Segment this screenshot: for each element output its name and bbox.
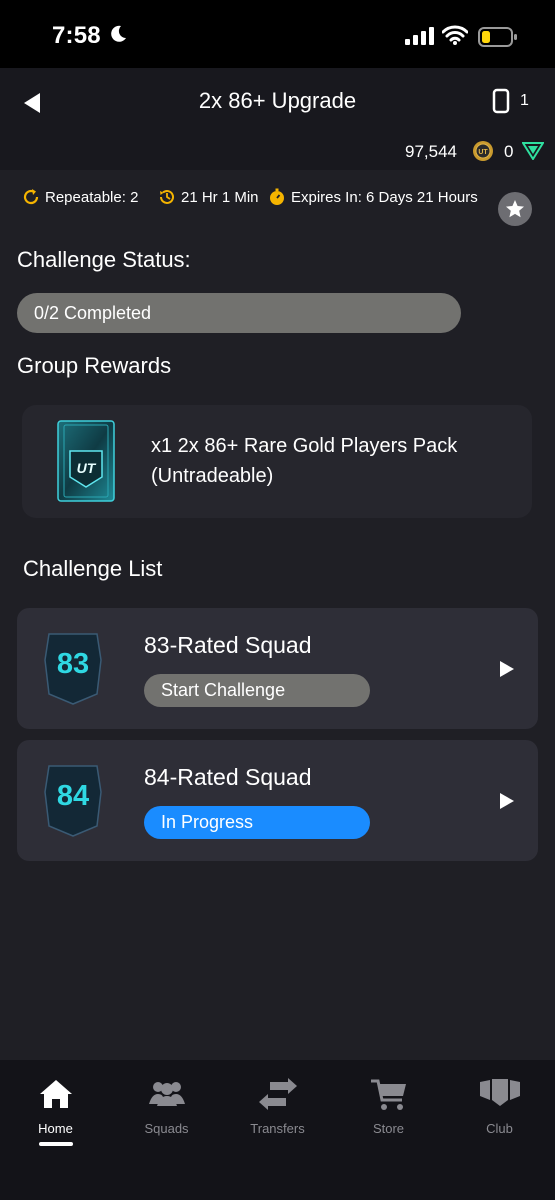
challenge-progress-pill: 0/2 Completed [17,293,461,333]
challenge-card-84[interactable]: 84 84-Rated Squad In Progress [17,740,538,861]
refresh-info: 21 Hr 1 Min [158,188,259,206]
moon-icon [111,25,126,42]
expires-text: Expires In: 6 Days 21 Hours [291,188,478,206]
home-icon [39,1080,72,1108]
favorite-button[interactable] [498,192,532,226]
tab-squads[interactable]: Squads [111,1060,222,1170]
tab-transfers[interactable]: Transfers [222,1060,333,1170]
stopwatch-icon [270,188,284,205]
fc-points-icon [522,142,544,160]
repeatable-text: Repeatable: 2 [45,188,139,206]
star-icon [506,200,524,218]
expires-info: Expires In: 6 Days 21 Hours [268,188,478,206]
svg-text:UT: UT [478,149,488,156]
challenge-status-heading: Challenge Status: [17,247,191,272]
tab-label: Squads [144,1121,189,1136]
active-tab-indicator [39,1142,73,1146]
pack-count: 1 [520,92,529,109]
pack-icon[interactable] [490,88,512,114]
tab-label: Club [486,1121,513,1136]
transfers-icon [258,1078,297,1110]
points-balance: 0 [504,142,514,161]
squads-icon [148,1082,185,1106]
reward-description: x1 2x 86+ Rare Gold Players Pack (Untrad… [151,435,458,487]
in-progress-pill[interactable]: In Progress [144,806,370,839]
challenge-card-83[interactable]: 83 83-Rated Squad Start Challenge [17,608,538,729]
group-rewards-heading: Group Rewards [17,353,172,378]
challenge-list-heading: Challenge List [23,556,163,581]
group-reward-card: UT x1 2x 86+ Rare Gold Players Pack (Unt… [22,405,532,518]
tab-club[interactable]: Club [444,1060,555,1170]
repeat-icon [23,189,39,205]
page-title: 2x 86+ Upgrade [198,88,357,113]
reward-pack-image: UT [57,420,115,502]
tab-label: Transfers [250,1121,305,1136]
history-clock-icon [160,189,174,204]
coin-balance: 97,544 [405,142,457,161]
challenge-rating: 84 [56,780,90,812]
challenge-title: 83-Rated Squad [144,632,312,658]
wifi-icon [442,25,468,45]
club-icon [479,1079,520,1106]
pack-logo-text: UT [77,460,97,476]
tab-label: Home [38,1121,73,1136]
chevron-right-icon [500,661,514,677]
challenge-rating: 83 [56,648,90,680]
cart-icon [370,1079,406,1110]
cellular-signal-icon [405,27,434,45]
tab-home[interactable]: Home [0,1060,111,1170]
challenge-info-row: Repeatable: 2 21 Hr 1 Min Expires In: 6 … [0,170,555,226]
tab-store[interactable]: Store [333,1060,444,1170]
battery-icon [478,27,517,47]
status-time: 7:58 [52,22,101,49]
bottom-tab-bar: Home Squads Transfers Store Club [0,1060,555,1200]
challenge-title: 84-Rated Squad [144,764,312,790]
ut-coin-icon: UT [473,141,493,161]
status-bar: 7:58 [0,0,555,68]
start-challenge-pill[interactable]: Start Challenge [144,674,370,707]
refresh-text: 21 Hr 1 Min [181,188,259,206]
tab-label: Store [372,1121,405,1136]
repeatable-info: Repeatable: 2 [22,188,138,206]
chevron-right-icon [500,793,514,809]
header-bar: 2x 86+ Upgrade 1 97,544 UT 0 [0,68,555,170]
